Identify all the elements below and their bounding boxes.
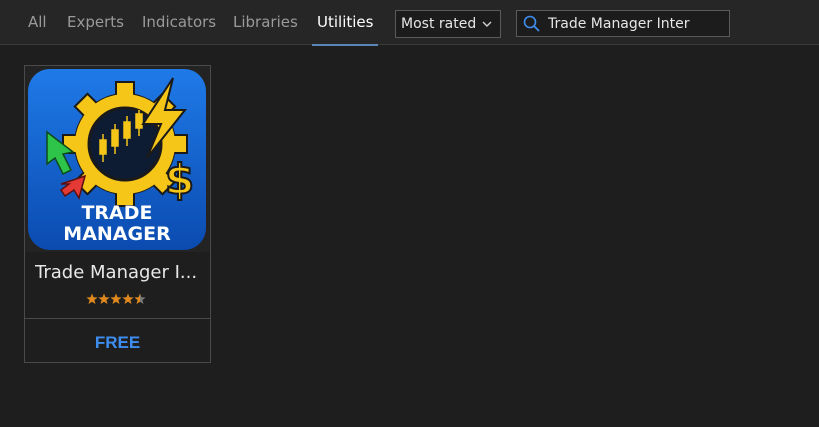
star-half-icon: [134, 293, 146, 304]
svg-text:$: $: [165, 155, 194, 204]
price-button[interactable]: FREE: [25, 319, 210, 362]
star-icon: [122, 293, 134, 304]
logo-text-manager: MANAGER: [63, 223, 171, 245]
star-icon: [110, 293, 122, 304]
logo-text-trade: TRADE: [81, 202, 152, 224]
tab-all[interactable]: All: [28, 0, 47, 45]
star-icon: [86, 293, 98, 304]
product-thumbnail[interactable]: $ TRADE MANAGER: [25, 66, 210, 252]
sort-dropdown-value: Most rated: [401, 16, 477, 32]
product-name[interactable]: Trade Manager I...: [35, 262, 205, 283]
trade-manager-logo: $ TRADE MANAGER: [28, 69, 206, 250]
product-card[interactable]: $ TRADE MANAGER Trade Manager I... FREE: [24, 65, 211, 363]
rating-stars: [86, 293, 146, 304]
chevron-down-icon: [482, 21, 492, 27]
sort-dropdown[interactable]: Most rated: [395, 10, 501, 38]
tab-utilities[interactable]: Utilities: [311, 0, 379, 46]
search-icon: [523, 15, 540, 32]
tab-indicators[interactable]: Indicators: [142, 0, 216, 45]
search-box[interactable]: [516, 10, 730, 37]
search-input[interactable]: [548, 13, 726, 35]
top-navigation-bar: All Experts Indicators Libraries Utiliti…: [0, 0, 819, 46]
tab-experts[interactable]: Experts: [67, 0, 124, 45]
tab-libraries[interactable]: Libraries: [233, 0, 298, 45]
star-icon: [98, 293, 110, 304]
